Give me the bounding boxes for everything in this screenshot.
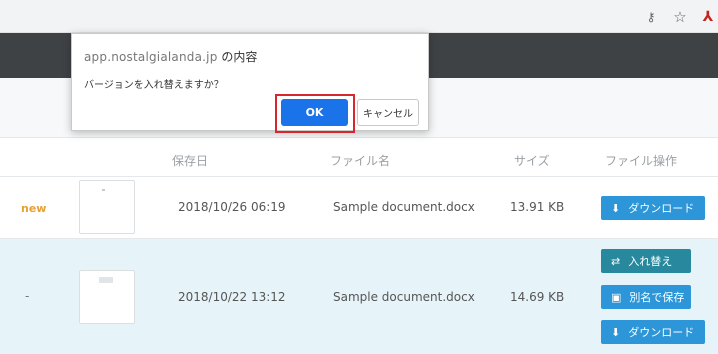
table-row: - 2018/10/22 13:12 Sample document.docx … [0,239,718,354]
header-date: 保存日 [172,154,209,168]
download-button[interactable]: ⬇ ダウンロード [601,196,705,220]
cancel-button[interactable]: キャンセル [357,99,419,126]
swap-version-button[interactable]: ⇄ 入れ替え [601,249,691,273]
pdf-icon[interactable]: ⅄ [700,9,716,25]
ok-button[interactable]: OK [281,99,348,126]
download-button[interactable]: ⬇ ダウンロード [601,320,705,344]
download-icon: ⬇ [611,325,621,339]
download-icon: ⬇ [611,201,621,215]
file-thumbnail[interactable] [79,270,135,324]
dialog-title: app.nostalgialanda.jp の内容 [84,48,257,65]
file-name: Sample document.docx [333,290,475,304]
table-row: new 2018/10/26 06:19 Sample document.doc… [0,177,718,239]
file-versions-table: 保存日 ファイル名 サイズ ファイル操作 new 2018/10/26 06:1… [0,138,718,354]
save-as-button[interactable]: ▣ 別名で保存 [601,285,691,309]
header-file-operations: ファイル操作 [605,154,678,168]
table-header: 保存日 ファイル名 サイズ ファイル操作 [0,138,718,177]
file-size: 13.91 KB [510,200,565,214]
header-size: サイズ [514,154,550,168]
dialog-message: バージョンを入れ替えますか？ [84,80,224,91]
dialog-origin: app.nostalgialanda.jp [84,50,218,64]
file-name: Sample document.docx [333,200,475,214]
star-icon[interactable]: ☆ [672,8,688,26]
confirm-dialog: app.nostalgialanda.jp の内容 バージョンを入れ替えますか？… [71,33,429,133]
download-label: ダウンロード [628,202,695,215]
file-thumbnail[interactable] [79,180,135,234]
swap-label: 入れ替え [628,255,673,268]
swap-icon: ⇄ [611,254,621,268]
browser-toolbar: ⚷ ☆ ⅄ [0,0,718,33]
file-size: 14.69 KB [510,290,565,304]
key-icon[interactable]: ⚷ [643,9,659,25]
save-as-label: 別名で保存 [629,291,685,304]
dialog-title-suffix: の内容 [217,50,258,64]
save-icon: ▣ [611,290,622,304]
download-label: ダウンロード [628,326,695,339]
saved-date: 2018/10/22 13:12 [178,290,286,304]
status-badge: new [21,202,47,215]
saved-date: 2018/10/26 06:19 [178,200,286,214]
status-badge: - [25,289,30,303]
header-filename: ファイル名 [330,154,391,168]
